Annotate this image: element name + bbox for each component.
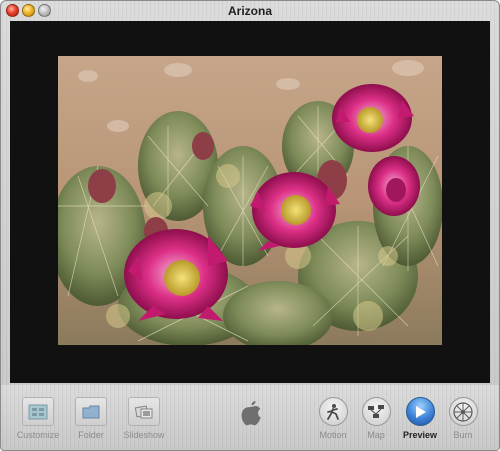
motion-icon: [318, 397, 348, 426]
slideshow-icon: [128, 397, 160, 426]
folder-button[interactable]: Folder: [71, 397, 111, 440]
folder-icon: [75, 397, 107, 426]
slideshow-button[interactable]: Slideshow: [121, 397, 167, 440]
window-title: Arizona: [227, 4, 272, 18]
flower-right: [368, 156, 420, 216]
slideshow-label: Slideshow: [123, 430, 165, 440]
play-icon: [405, 397, 435, 426]
burn-button[interactable]: Burn: [445, 397, 481, 440]
motion-label: Motion: [319, 430, 347, 440]
customize-button[interactable]: Customize: [15, 397, 61, 440]
preview-label: Preview: [402, 430, 438, 440]
idvd-window: Arizona Customize Folder Slideshow Motio…: [0, 0, 500, 451]
map-label: Map: [367, 430, 385, 440]
customize-icon: [22, 397, 54, 426]
burn-icon: [448, 397, 478, 426]
customize-label: Customize: [16, 430, 60, 440]
toolbar: Customize Folder Slideshow Motion Map Pr…: [1, 385, 499, 450]
folder-label: Folder: [78, 430, 104, 440]
apple-logo-icon: [239, 399, 263, 432]
title-bar: Arizona: [1, 1, 499, 21]
burn-label: Burn: [453, 430, 473, 440]
preview-area: [10, 21, 490, 383]
map-button[interactable]: Map: [359, 397, 393, 440]
motion-button[interactable]: Motion: [315, 397, 351, 440]
cactus-flower-photo: [58, 56, 442, 345]
map-icon: [361, 397, 391, 426]
preview-button[interactable]: Preview: [401, 397, 439, 440]
